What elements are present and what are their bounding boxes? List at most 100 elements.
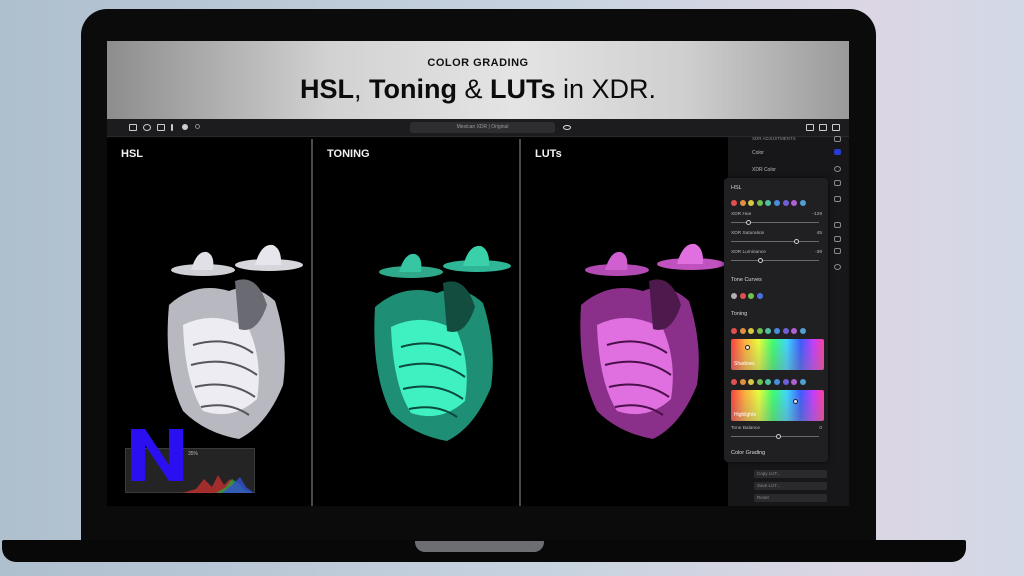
highlights-color-swatch[interactable] <box>731 379 737 385</box>
shadows-color-swatch[interactable] <box>765 328 772 334</box>
banner-title-tail: in XDR. <box>555 74 657 104</box>
adjustments-icon[interactable] <box>834 136 841 142</box>
shadows-color-swatch[interactable] <box>773 328 780 334</box>
highlights-color-swatches <box>731 379 806 385</box>
sidebar-toggle-icon[interactable] <box>129 124 137 131</box>
xdr-luminance-thumb[interactable] <box>757 258 763 263</box>
color-grading-heading: Color Grading <box>731 450 766 456</box>
panel-label-toning: TONING <box>327 148 370 160</box>
xdr-saturation-slider[interactable] <box>731 239 819 244</box>
highlights-color-swatch[interactable] <box>739 379 746 385</box>
highlights-label: Highlights <box>734 412 756 418</box>
copy-lut-field[interactable]: Copy LUT... <box>754 470 827 478</box>
laptop-screen: COLOR GRADING HSL, Toning & LUTs in XDR.… <box>107 41 849 506</box>
shadows-color-swatch[interactable] <box>748 328 755 334</box>
highlights-color-pin[interactable] <box>793 399 798 404</box>
shadows-color-swatch[interactable] <box>739 328 746 334</box>
compare-icon[interactable] <box>819 124 827 131</box>
highlights-color-swatch[interactable] <box>748 379 755 385</box>
banner-title-luts: LUTs <box>489 74 556 104</box>
xdr-saturation-thumb[interactable] <box>794 239 799 244</box>
hsl-color-swatch[interactable] <box>748 200 755 206</box>
highlights-color-swatch[interactable] <box>773 379 780 385</box>
document-title: Mexican XDR | Original <box>410 122 555 133</box>
brush-icon[interactable] <box>171 124 173 131</box>
toning-preview-panel: TONING <box>313 139 519 506</box>
shadows-label: Shadows <box>734 361 755 367</box>
sidebar-item-color[interactable]: Color <box>752 150 764 156</box>
shadows-color-swatch[interactable] <box>799 328 806 334</box>
add-icon[interactable] <box>834 166 841 172</box>
shadows-color-swatch[interactable] <box>791 328 798 334</box>
xdr-saturation-value: 45 <box>816 231 822 236</box>
stack-icon[interactable] <box>834 196 841 202</box>
luts-figure-illustration <box>580 243 725 439</box>
xdr-hue-value: -129 <box>812 212 822 217</box>
save-lut-field[interactable]: Save LUT... <box>754 482 827 490</box>
highlights-color-swatch[interactable] <box>782 379 789 385</box>
xdr-hue-label: XDR Hue <box>731 212 752 217</box>
promo-banner: COLOR GRADING HSL, Toning & LUTs in XDR. <box>107 41 849 119</box>
laptop-notch <box>415 541 544 552</box>
hsl-preview-panel: HSL 35% <box>107 139 311 506</box>
n-logo-icon <box>131 429 183 481</box>
highlights-color-swatch[interactable] <box>799 379 806 385</box>
pen-icon[interactable] <box>834 222 841 228</box>
xdr-luminance-slider[interactable] <box>731 258 819 263</box>
fullscreen-icon[interactable] <box>832 124 840 131</box>
xdr-luminance-label: XDR Luminance <box>731 250 766 255</box>
highlights-color-swatch[interactable] <box>765 379 772 385</box>
banner-title-hsl: HSL <box>299 74 354 104</box>
shadows-color-swatches <box>731 328 806 334</box>
hsl-color-swatches <box>731 200 806 206</box>
hsl-heading: HSL <box>731 185 742 191</box>
reset-field[interactable]: Reset <box>754 494 827 502</box>
shadows-color-pin[interactable] <box>745 345 750 350</box>
crop-icon[interactable] <box>143 124 151 131</box>
hsl-color-swatch[interactable] <box>731 200 737 206</box>
tone-balance-slider[interactable] <box>731 434 819 439</box>
shadows-color-wheel[interactable]: Shadows <box>731 339 824 370</box>
highlights-color-wheel[interactable]: Highlights <box>731 390 824 421</box>
hsl-color-swatch[interactable] <box>739 200 746 206</box>
retouch-icon[interactable] <box>834 248 841 254</box>
hsl-color-swatch[interactable] <box>765 200 772 206</box>
app-toolbar: Mexican XDR | Original <box>107 119 849 137</box>
sidebar-item-xdr-color[interactable]: XDR Color <box>752 167 776 173</box>
hsl-color-swatch[interactable] <box>791 200 798 206</box>
hsl-color-swatch[interactable] <box>782 200 789 206</box>
shadows-color-swatch[interactable] <box>782 328 789 334</box>
xdr-luminance-value: -39 <box>815 250 822 255</box>
hsl-color-swatch[interactable] <box>756 200 763 206</box>
panel-label-hsl: HSL <box>121 148 143 160</box>
layers-icon[interactable] <box>157 124 165 131</box>
banner-title-sep2: & <box>456 74 490 104</box>
filter-icon[interactable] <box>834 180 841 186</box>
toning-heading: Toning <box>731 311 748 317</box>
banner-title-sep1: , <box>353 74 369 104</box>
tone-curve-channel-swatch[interactable] <box>739 293 746 299</box>
highlights-color-swatch[interactable] <box>791 379 798 385</box>
shadows-color-swatch[interactable] <box>731 328 737 334</box>
eye-icon[interactable] <box>563 125 571 130</box>
shadows-color-swatch[interactable] <box>756 328 763 334</box>
luts-preview-panel: LUTs <box>521 139 728 506</box>
highlights-color-swatch[interactable] <box>756 379 763 385</box>
image-icon[interactable] <box>834 236 841 242</box>
settings-icon[interactable] <box>834 264 841 270</box>
tone-curve-channel-swatch[interactable] <box>748 293 755 299</box>
color-icon[interactable] <box>834 149 841 155</box>
hsl-color-swatch[interactable] <box>773 200 780 206</box>
tone-balance-value: 0 <box>819 426 822 431</box>
info-icon[interactable] <box>182 124 188 130</box>
tone-balance-thumb[interactable] <box>776 434 782 439</box>
zoom-icon[interactable] <box>195 124 200 129</box>
tone-curve-channel-swatch[interactable] <box>731 293 737 299</box>
tone-balance-label: Tone Balance <box>731 426 761 431</box>
xdr-hue-thumb[interactable] <box>745 220 751 225</box>
hsl-color-swatch[interactable] <box>799 200 806 206</box>
banner-title: HSL, Toning & LUTs in XDR. <box>107 74 849 105</box>
split-view-icon[interactable] <box>806 124 814 131</box>
xdr-hue-slider[interactable] <box>731 220 819 225</box>
tone-curve-channel-swatch[interactable] <box>756 293 763 299</box>
